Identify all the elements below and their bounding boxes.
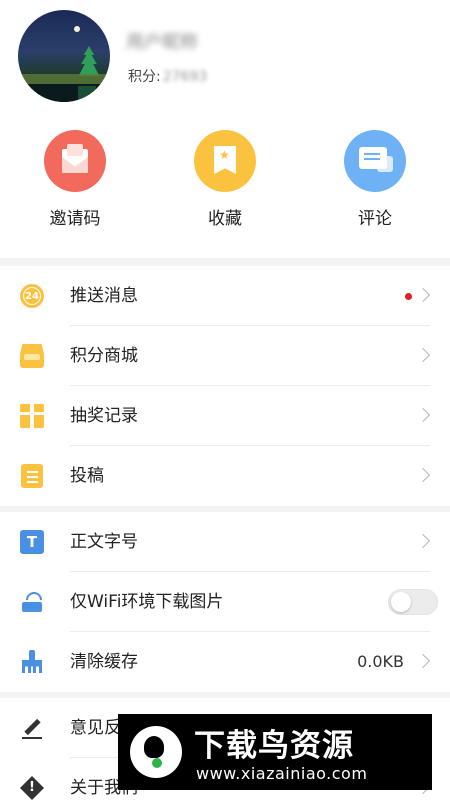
watermark-banner: 下载鸟资源 www.xiazainiao.com [118,714,432,790]
broom-icon [20,650,44,674]
bookmark-star-icon [194,130,256,192]
wifi-router-icon [20,590,44,614]
menu-item-label: 仅WiFi环境下载图片 [70,592,224,612]
chevron-right-icon [415,347,431,363]
menu-item-label: 清除缓存 [70,652,138,672]
bird-logo-icon [130,726,182,778]
reflection-graphic [78,86,96,100]
comments-button[interactable]: 评论 [315,130,435,240]
invite-code-button[interactable]: 邀请码 [15,130,135,240]
gift-icon [20,404,44,428]
menu-item-font-size[interactable]: T 正文字号 [0,512,450,572]
points-label: 积分: [128,69,161,85]
username[interactable]: 用户昵称 [126,30,200,56]
avatar[interactable] [18,10,110,102]
menu-item-label: 抽奖记录 [70,406,138,426]
invite-code-label: 邀请码 [49,209,101,229]
chevron-right-icon [415,467,431,483]
comments-label: 评论 [358,209,392,229]
menu-item-clear-cache[interactable]: 清除缓存 0.0KB [0,632,450,692]
menu-item-label: 推送消息 [70,286,138,306]
cache-size-value: 0.0KB [357,652,404,671]
watermark-title: 下载鸟资源 [194,728,354,764]
water-graphic [18,84,110,102]
menu-item-submit-article[interactable]: 投稿 [0,446,450,506]
favorites-label: 收藏 [208,209,242,229]
menu-item-label: 投稿 [70,466,104,486]
menu-group-1: 24 推送消息 积分商城 抽奖记录 投稿 [0,266,450,506]
menu-item-points-mall[interactable]: 积分商城 [0,326,450,386]
moon-graphic [74,26,80,32]
profile-header: 用户昵称 积分:27693 邀请码 收藏 评论 [0,0,450,258]
shop-icon [20,344,44,368]
pencil-icon [20,716,44,740]
chevron-right-icon [415,287,431,303]
favorites-button[interactable]: 收藏 [165,130,285,240]
points-display: 积分: 27693 [128,66,207,86]
menu-item-push-messages[interactable]: 24 推送消息 [0,266,450,326]
chevron-right-icon [415,653,431,669]
wifi-only-toggle[interactable] [388,589,438,615]
watermark-url: www.xiazainiao.com [196,764,368,783]
menu-item-label: 积分商城 [70,346,138,366]
points-value: 27693 [162,69,208,85]
info-diamond-icon: ! [20,776,44,800]
menu-item-label: 正文字号 [70,532,138,552]
clock-24-icon: 24 [20,284,44,308]
menu-group-2: T 正文字号 仅WiFi环境下载图片 清除缓存 0.0KB [0,512,450,692]
menu-item-wifi-only-images: 仅WiFi环境下载图片 [0,572,450,632]
envelope-icon [44,130,106,192]
menu-item-lottery-records[interactable]: 抽奖记录 [0,386,450,446]
document-icon [21,464,43,488]
text-size-icon: T [20,530,44,554]
pagoda-graphic [78,46,100,76]
shore-graphic [18,74,110,84]
unread-dot [405,293,412,300]
chevron-right-icon [415,407,431,423]
chevron-right-icon [415,533,431,549]
chat-bubbles-icon [344,130,406,192]
